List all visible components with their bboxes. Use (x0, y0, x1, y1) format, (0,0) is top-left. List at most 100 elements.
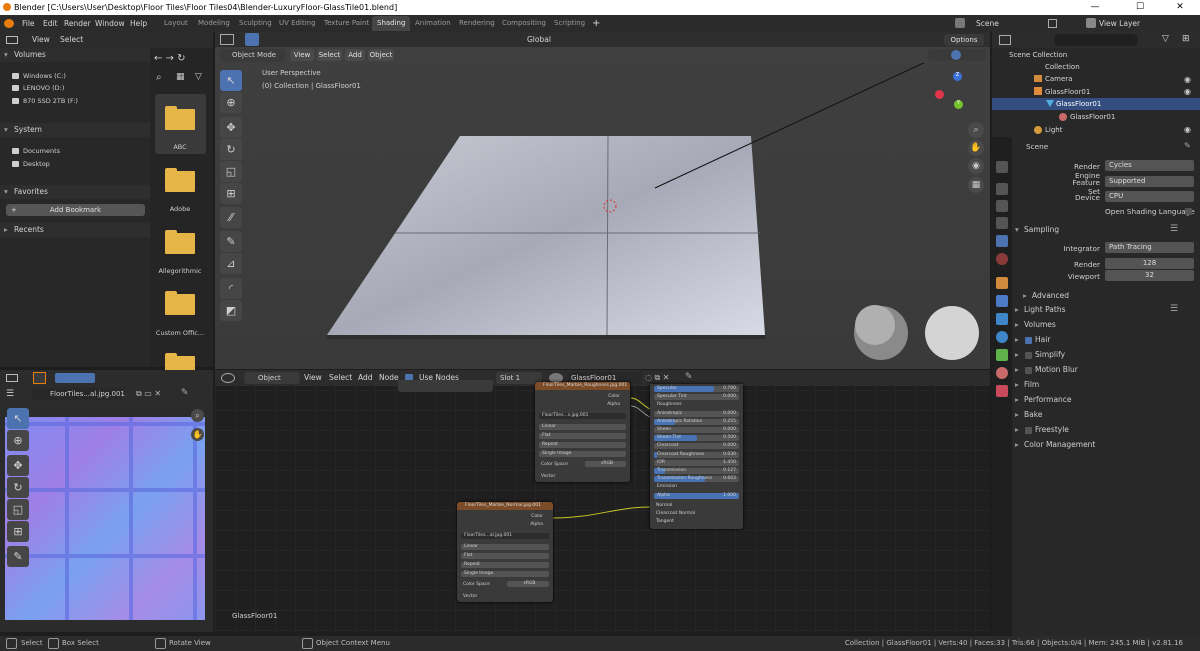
presets-list-icon[interactable]: ☰ (1170, 224, 1178, 234)
nav-arrows-icon[interactable]: ← → ↻ (154, 53, 209, 67)
simplify-checkbox[interactable] (1025, 352, 1032, 359)
ie-rotate-tool[interactable]: ↻ (7, 477, 29, 498)
select-tool-icon[interactable] (245, 33, 259, 46)
device-select[interactable]: CPU (1105, 191, 1194, 202)
filter-icon[interactable]: ▽ (1162, 34, 1169, 44)
node-title[interactable]: FloorTiles_Marble_Normal.jpg.001 (457, 502, 553, 510)
maximize-button[interactable]: ☐ (1120, 0, 1160, 15)
outliner-object[interactable]: GlassFloor01 (1045, 86, 1090, 98)
mode-selector[interactable]: Object Mode (220, 49, 285, 62)
physics-tab-icon[interactable] (996, 331, 1008, 343)
view-layer-name[interactable]: View Layer (1099, 15, 1140, 32)
hair-checkbox[interactable] (1025, 337, 1032, 344)
bsdf-input-1[interactable]: Specular Tint 0.000 (654, 394, 739, 401)
bsdf-input-13[interactable]: Alpha 1.000 (654, 492, 739, 499)
editor-type-icon[interactable] (999, 35, 1011, 45)
film-section[interactable]: Film (1013, 378, 1200, 392)
feature-set-select[interactable]: Supported (1105, 176, 1194, 187)
folder-name[interactable]: ABC (152, 143, 208, 151)
simplify-section[interactable]: Simplify (1013, 348, 1200, 362)
glass-floor-mesh[interactable] (327, 136, 765, 335)
display-mode-icon[interactable]: ▦ (176, 72, 185, 82)
menu-render[interactable]: Render (64, 15, 91, 32)
interp-select[interactable]: Linear (461, 544, 549, 550)
zoom-icon[interactable]: ⌕ (968, 122, 984, 138)
minimize-button[interactable]: — (1075, 0, 1115, 15)
bsdf-input-9[interactable]: IOR 1.450 (654, 459, 739, 466)
bsdf-input-12[interactable]: Emission (654, 484, 739, 491)
options-button[interactable]: Options (944, 34, 984, 46)
render-tab-icon[interactable] (996, 183, 1008, 195)
source-select[interactable]: Single Image (539, 451, 626, 457)
bsdf-input-3[interactable]: Anisotropic 0.000 (654, 410, 739, 417)
copy-scene-icon[interactable] (1048, 19, 1057, 28)
source-select[interactable]: Single Image (461, 571, 549, 577)
fb-view-menu[interactable]: View (32, 32, 50, 48)
particles-tab-icon[interactable] (996, 313, 1008, 325)
image-actions-icons[interactable]: ⧉ ▭ ✕ (136, 389, 176, 398)
fb-select-menu[interactable]: Select (60, 32, 83, 48)
bsdf-input-0[interactable]: Specular 0.700 (654, 386, 739, 392)
gizmo-x-axis[interactable] (935, 90, 944, 99)
volumes-section[interactable]: Volumes (1013, 318, 1200, 332)
colorspace-select[interactable]: sRGB (585, 461, 626, 467)
search-icon[interactable]: ⌕ (156, 72, 162, 83)
projection-select[interactable]: Flat (461, 553, 549, 559)
tool-tab-icon[interactable] (996, 161, 1008, 173)
outliner-scene-collection[interactable]: Scene Collection (1009, 49, 1067, 61)
bsdf-input-4[interactable]: Anisotropic Rotation 0.255 (654, 418, 739, 425)
bsdf-input-8[interactable]: Clearcoat Roughness 0.030 (654, 451, 739, 458)
system-item[interactable]: Documents (10, 146, 60, 156)
selection-mode-buttons[interactable] (55, 373, 95, 383)
section-recents[interactable]: Recents (0, 223, 150, 237)
blender-menu-icon[interactable] (4, 19, 14, 28)
viewport-view-menu[interactable]: View (290, 49, 314, 61)
tab-scripting[interactable]: Scripting (549, 16, 590, 31)
image-editor-canvas[interactable]: ↖ ⊕ ✥ ↻ ◱ ⊞ ✎ ⌕ ✋ (0, 402, 213, 632)
osl-checkbox[interactable] (1185, 208, 1192, 215)
interp-select[interactable]: Linear (539, 424, 626, 430)
constraints-tab-icon[interactable] (996, 349, 1008, 361)
outliner-light[interactable]: Light (1045, 124, 1062, 136)
image-name-field[interactable]: FloorTiles...al.jpg.001 (32, 388, 125, 400)
render-samples-field[interactable]: 128 (1105, 258, 1194, 269)
menu-file[interactable]: File (22, 15, 35, 32)
color-management-section[interactable]: Color Management (1013, 438, 1200, 452)
image-texture-node-normal[interactable]: FloorTiles_Marble_Normal.jpg.001 Color A… (457, 502, 553, 602)
editor-type-icon[interactable] (6, 374, 18, 382)
outliner-search-input[interactable] (1054, 34, 1138, 46)
view-layer-tab-icon[interactable] (996, 217, 1008, 229)
render-engine-select[interactable]: Cycles (1105, 160, 1194, 171)
menu-window[interactable]: Window (95, 15, 125, 32)
gizmo-z-axis[interactable]: Z (953, 72, 962, 81)
principled-bsdf-node[interactable]: Specular 0.700 Specular Tint 0.000 Roughness… (650, 384, 743, 529)
tab-compositing[interactable]: Compositing (497, 16, 551, 31)
ie-cursor-tool[interactable]: ⊕ (7, 430, 29, 451)
node-title[interactable]: FloorTiles_Marble_Roughness.jpg.001 (535, 382, 630, 390)
hair-section[interactable]: Hair (1013, 333, 1200, 347)
folder-icon[interactable] (165, 230, 195, 254)
folder-name[interactable]: Allegorithmic (152, 267, 208, 275)
folder-icon[interactable] (165, 106, 195, 130)
outliner-material[interactable]: GlassFloor01 (1070, 111, 1115, 123)
gizmo-y-axis[interactable]: Y (954, 100, 963, 109)
tab-rendering[interactable]: Rendering (454, 16, 500, 31)
texture-tab-icon[interactable] (996, 385, 1008, 397)
viewport-select-menu[interactable]: Select (317, 49, 342, 61)
bsdf-input-2[interactable]: Roughness (654, 402, 739, 408)
ie-pan-icon[interactable]: ✋ (191, 428, 204, 441)
tab-texture-paint[interactable]: Texture Paint (319, 16, 374, 31)
filter-icon[interactable]: ▽ (195, 72, 202, 82)
camera-view-icon[interactable]: ◉ (968, 158, 984, 174)
pan-hand-icon[interactable]: ✋ (968, 140, 984, 156)
transform-orientation[interactable]: Global (527, 32, 551, 47)
ie-transform-tool[interactable]: ⊞ (7, 521, 29, 542)
world-tab-icon[interactable] (996, 253, 1008, 265)
material-tab-icon[interactable] (996, 367, 1008, 379)
ie-move-tool[interactable]: ✥ (7, 455, 29, 476)
scene-canvas[interactable] (215, 63, 990, 369)
scene-tab-icon[interactable] (996, 235, 1008, 247)
node-partial-top[interactable] (398, 380, 493, 392)
viewport-samples-field[interactable]: 32 (1105, 270, 1194, 281)
ie-scale-tool[interactable]: ◱ (7, 499, 29, 520)
